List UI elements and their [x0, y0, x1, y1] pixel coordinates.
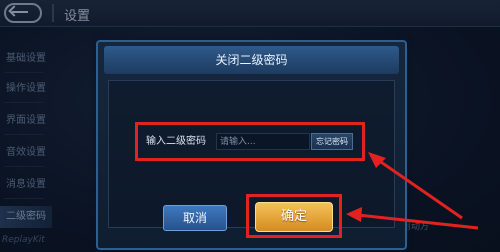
arrow-to-field [368, 152, 463, 220]
annotation-arrows [346, 152, 479, 230]
arrow-to-confirm [346, 207, 479, 230]
game-settings-screen: 设置 基础设置 操作设置 界面设置 音效设置 消息设置 二级密码 ReplayK… [0, 0, 500, 252]
